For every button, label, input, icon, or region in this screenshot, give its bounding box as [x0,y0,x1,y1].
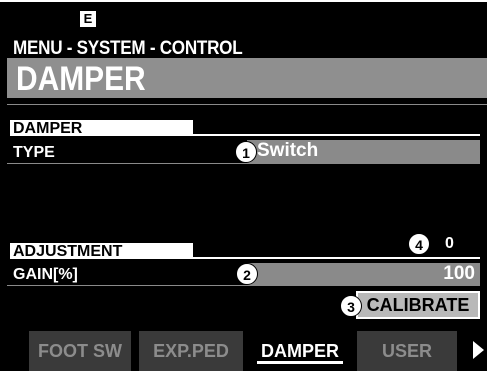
gain-value-field[interactable]: 100 [247,263,480,286]
gain-value: 100 [443,263,475,284]
lcd-screen: E MENU - SYSTEM - CONTROL DAMPER DAMPER … [0,0,487,371]
sensor-readout-value: 0 [445,235,454,252]
page-title-bar: DAMPER [7,58,487,98]
section-divider-damper [193,134,480,136]
tab-foot-sw[interactable]: FOOT SW [29,331,131,371]
edit-indicator-badge: E [80,11,96,27]
callout-3-badge: 3 [340,295,362,317]
tab-foot-sw-label: FOOT SW [38,341,122,361]
section-heading-adjustment: ADJUSTMENT [10,243,193,260]
tab-user-label: USER [381,341,432,361]
page-title: DAMPER [16,60,146,98]
tab-user[interactable]: USER [357,331,457,371]
tab-exp-ped-label: EXP.PED [153,341,229,361]
calibrate-button[interactable]: CALIBRATE [356,291,480,319]
right-triangle-arrow-icon[interactable] [473,341,484,359]
frame-border [0,0,487,2]
active-tab-underline [257,361,343,364]
callout-4-badge: 4 [408,233,430,255]
header-divider [7,104,487,105]
callout-1-badge: 1 [235,141,257,163]
type-value-field[interactable]: Switch [247,140,480,164]
tab-damper[interactable]: DAMPER [243,331,357,371]
type-row-underline [7,163,247,164]
tab-exp-ped[interactable]: EXP.PED [139,331,243,371]
breadcrumb: MENU - SYSTEM - CONTROL [13,38,243,59]
type-label: TYPE [13,144,55,161]
type-value: Switch [257,140,319,161]
gain-label: GAIN[%] [13,266,78,283]
gain-row-underline [7,285,247,286]
tab-damper-label: DAMPER [260,341,339,361]
tab-bar: FOOT SW EXP.PED DAMPER USER [7,331,487,371]
section-divider-adjustment [193,257,480,259]
callout-2-badge: 2 [236,263,258,285]
section-heading-damper: DAMPER [10,120,193,137]
